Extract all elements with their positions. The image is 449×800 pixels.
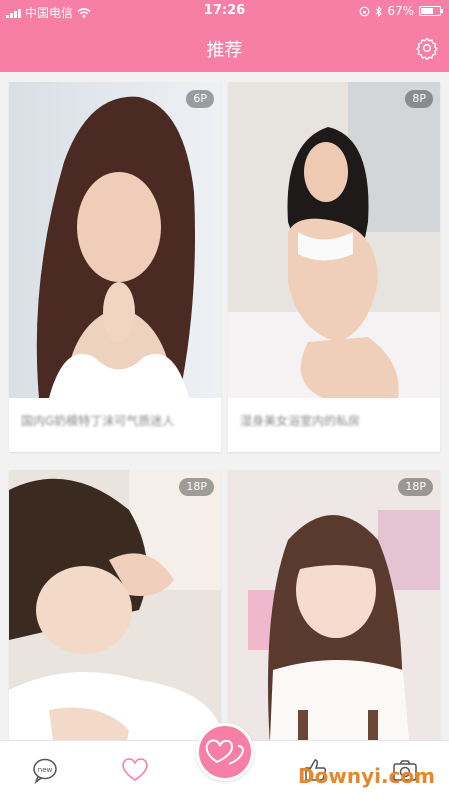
card-photo[interactable]: 18P — [228, 470, 440, 740]
orientation-lock-icon — [359, 6, 370, 16]
photo-card[interactable]: 18P — [9, 470, 221, 740]
photo-count-badge: 8P — [405, 90, 433, 108]
watermark: Downyi.com — [298, 764, 435, 788]
status-bar: 中国电信 17:26 67% — [0, 0, 449, 22]
photo-card[interactable]: 8P 湿身美女浴室内的私房 — [228, 82, 440, 452]
bluetooth-icon — [375, 5, 383, 17]
photo-card[interactable]: 6P 国内G奶模特丁沫可气质迷人 — [9, 82, 221, 452]
battery-percent: 67% — [387, 4, 414, 18]
photo-grid: 6P 国内G奶模特丁沫可气质迷人 8P 湿身美女浴室内的私房 18P 18P — [0, 72, 449, 740]
card-caption: 国内G奶模特丁沫可气质迷人 — [21, 414, 175, 428]
center-logo-icon — [205, 739, 245, 765]
card-caption: 湿身美女浴室内的私房 — [240, 414, 361, 428]
photo-card[interactable]: 18P — [228, 470, 440, 740]
new-icon[interactable]: new — [30, 755, 60, 785]
card-photo[interactable]: 18P — [9, 470, 221, 740]
bottom-tab-bar: new Downyi.com — [0, 723, 449, 800]
settings-gear-icon[interactable] — [415, 36, 439, 60]
photo-count-badge: 6P — [186, 90, 214, 108]
page-title: 推荐 — [206, 40, 243, 61]
photo-count-badge: 18P — [179, 478, 214, 496]
center-action-button[interactable] — [196, 723, 254, 781]
photo-count-badge: 18P — [398, 478, 433, 496]
card-photo[interactable]: 6P — [9, 82, 221, 398]
status-right: 67% — [359, 4, 443, 18]
new-icon-label: new — [38, 766, 53, 774]
top-bar: 中国电信 17:26 67% 推荐 — [0, 0, 449, 72]
card-photo[interactable]: 8P — [228, 82, 440, 398]
heart-icon[interactable] — [120, 755, 150, 785]
battery-icon — [419, 6, 443, 16]
